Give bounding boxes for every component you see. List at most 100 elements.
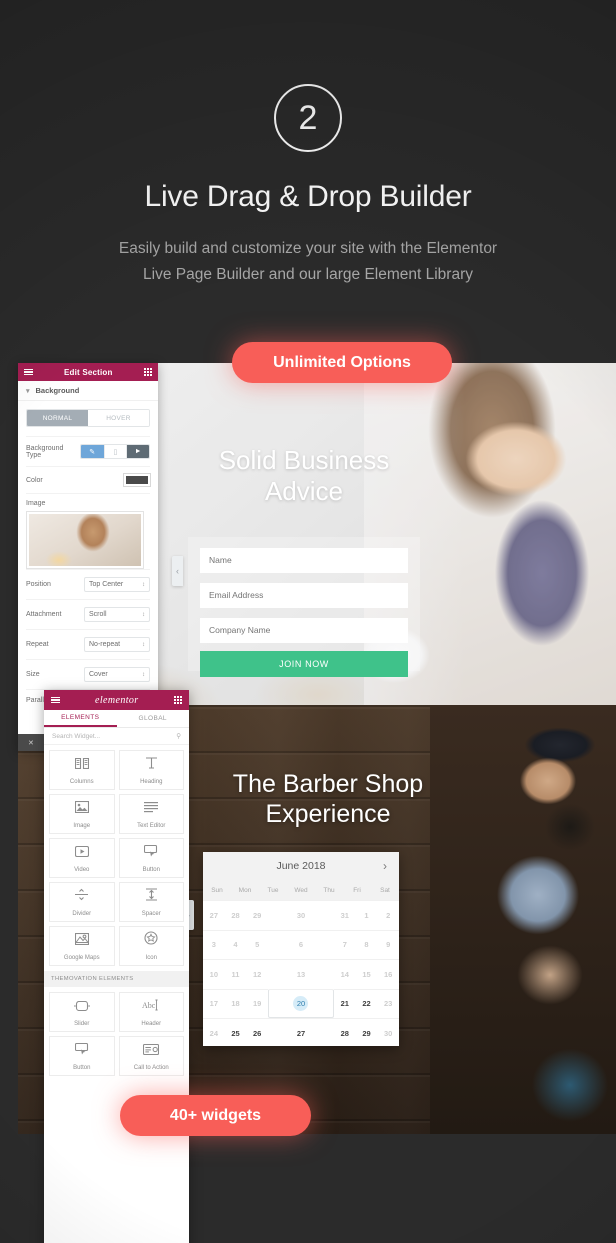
name-input[interactable]: [200, 548, 408, 573]
calendar-day[interactable]: 29: [246, 900, 268, 930]
calendar-day[interactable]: 14: [333, 959, 356, 989]
basic-widget-grid: Columns Heading Image Text Editor Video Butto…: [44, 745, 189, 971]
widget-card-label: Slider: [74, 1020, 90, 1027]
calendar-day-number: 1: [364, 910, 369, 920]
calendar-day[interactable]: 23: [377, 988, 399, 1019]
calendar-day[interactable]: 27: [203, 900, 225, 930]
calendar-day[interactable]: 12: [246, 959, 268, 989]
calendar-day-number: 4: [233, 940, 238, 950]
widget-card-divider[interactable]: Divider: [49, 882, 115, 922]
calendar-day[interactable]: 17: [203, 988, 225, 1019]
widget-card-icon[interactable]: Icon: [118, 926, 184, 966]
gradient-icon[interactable]: ▯: [103, 445, 127, 458]
hamburger-icon[interactable]: [24, 368, 33, 376]
calendar-day[interactable]: 16: [377, 959, 399, 989]
calendar-day[interactable]: 21: [333, 988, 356, 1019]
calendar-day[interactable]: 22: [355, 988, 378, 1019]
calendar-day[interactable]: 6: [267, 929, 334, 960]
tab-hover[interactable]: HOVER: [88, 410, 149, 426]
widget-card-image[interactable]: Image: [49, 794, 115, 834]
calendar-day-header: Sun: [211, 886, 223, 894]
chevron-right-icon[interactable]: ›: [383, 859, 387, 873]
normal-hover-toggle[interactable]: NORMAL HOVER: [26, 409, 150, 427]
widget-card-call-to-action[interactable]: Call to Action: [118, 1036, 184, 1076]
repeat-select[interactable]: No-repeat ↕: [84, 637, 150, 652]
panel-collapse-handle-top[interactable]: ‹: [172, 556, 183, 586]
calendar-day[interactable]: 10: [203, 959, 225, 989]
calendar-day[interactable]: 8: [355, 929, 378, 960]
calendar-day[interactable]: 18: [224, 988, 247, 1019]
join-now-button[interactable]: JOIN NOW: [200, 651, 408, 677]
calendar-day[interactable]: 9: [377, 929, 399, 960]
calendar-day[interactable]: 5: [246, 929, 268, 960]
grid-icon[interactable]: [173, 695, 182, 705]
widget-card-button[interactable]: Button: [49, 1036, 115, 1076]
calendar-day[interactable]: 19: [246, 988, 268, 1019]
calendar-day[interactable]: 25: [224, 1018, 247, 1048]
widget-card-text-editor[interactable]: Text Editor: [118, 794, 184, 834]
attachment-select[interactable]: Scroll ↕: [84, 607, 150, 622]
brush-icon[interactable]: ✎: [80, 445, 104, 458]
position-select[interactable]: Top Center ↕: [84, 577, 150, 592]
widget-card-heading[interactable]: Heading: [118, 750, 184, 790]
close-icon[interactable]: ✕: [28, 739, 34, 747]
preview-top-title: Solid Business Advice: [188, 445, 420, 507]
background-image-thumbnail[interactable]: [26, 511, 144, 569]
calendar-day[interactable]: 24: [203, 1018, 225, 1048]
calendar-day[interactable]: 26: [246, 1018, 268, 1048]
widget-card-label: Spacer: [141, 910, 161, 917]
color-label: Color: [26, 476, 43, 484]
calendar-day[interactable]: 27: [267, 1018, 334, 1048]
widget-card-video[interactable]: Video: [49, 838, 115, 878]
search-input[interactable]: Search Widget...: [52, 733, 100, 740]
attachment-label: Attachment: [26, 611, 62, 618]
calendar-day[interactable]: 29: [355, 1018, 378, 1048]
widget-card-spacer[interactable]: Spacer: [118, 882, 184, 922]
subtitle-line-2: Live Page Builder and our large Element …: [143, 266, 473, 283]
color-swatch[interactable]: [123, 473, 151, 487]
page-title: Live Drag & Drop Builder: [144, 180, 472, 213]
company-input[interactable]: [200, 618, 408, 643]
calendar-day[interactable]: 30: [377, 1018, 399, 1048]
accordion-background[interactable]: ▾ Background: [18, 381, 158, 401]
calendar-day[interactable]: 1: [355, 900, 378, 930]
tab-normal[interactable]: NORMAL: [27, 410, 88, 426]
calendar-day[interactable]: 28: [224, 900, 247, 930]
grid-icon[interactable]: [143, 367, 152, 377]
widget-card-slider[interactable]: Slider: [49, 992, 115, 1032]
size-select[interactable]: Cover ↕: [84, 667, 150, 682]
calendar-day[interactable]: 13: [267, 959, 334, 989]
calendar-day[interactable]: 7: [333, 929, 356, 960]
accordion-background-label: Background: [35, 386, 80, 395]
tab-global[interactable]: GLOBAL: [117, 710, 190, 727]
calendar-day-number: 11: [231, 969, 240, 979]
widget-card-label: Google Maps: [63, 954, 100, 961]
search-icon[interactable]: ⚲: [176, 732, 181, 740]
video-icon[interactable]: ►: [126, 445, 149, 458]
calendar-day-selected[interactable]: 20: [267, 988, 334, 1018]
widget-card-header[interactable]: Abc Header: [118, 992, 184, 1032]
widget-search-row[interactable]: Search Widget... ⚲: [44, 728, 189, 745]
widget-card-google-maps[interactable]: Google Maps: [49, 926, 115, 966]
background-type-options[interactable]: ✎ ▯ ►: [79, 444, 150, 459]
calendar-day-number: 15: [362, 969, 371, 979]
calendar-day[interactable]: 11: [224, 959, 247, 989]
widget-card-button[interactable]: Button: [118, 838, 184, 878]
position-label: Position: [26, 581, 51, 588]
calendar-day[interactable]: 2: [377, 900, 399, 930]
calendar-day-number: 22: [362, 999, 371, 1009]
hamburger-icon[interactable]: [51, 696, 60, 704]
calendar-day[interactable]: 28: [333, 1018, 356, 1048]
calendar-day[interactable]: 15: [355, 959, 378, 989]
tab-elements[interactable]: ELEMENTS: [44, 710, 117, 727]
calendar-day-number: 3: [211, 940, 216, 950]
email-input[interactable]: [200, 583, 408, 608]
row-color: Color: [26, 466, 151, 493]
header-icon: Abc: [142, 998, 160, 1016]
calendar-day[interactable]: 31: [333, 900, 356, 930]
widget-card-columns[interactable]: Columns: [49, 750, 115, 790]
calendar-day[interactable]: 30: [267, 900, 334, 930]
calendar-day[interactable]: 3: [203, 929, 225, 960]
calendar-day[interactable]: 4: [224, 929, 247, 960]
calendar-day-number: 13: [296, 969, 306, 979]
